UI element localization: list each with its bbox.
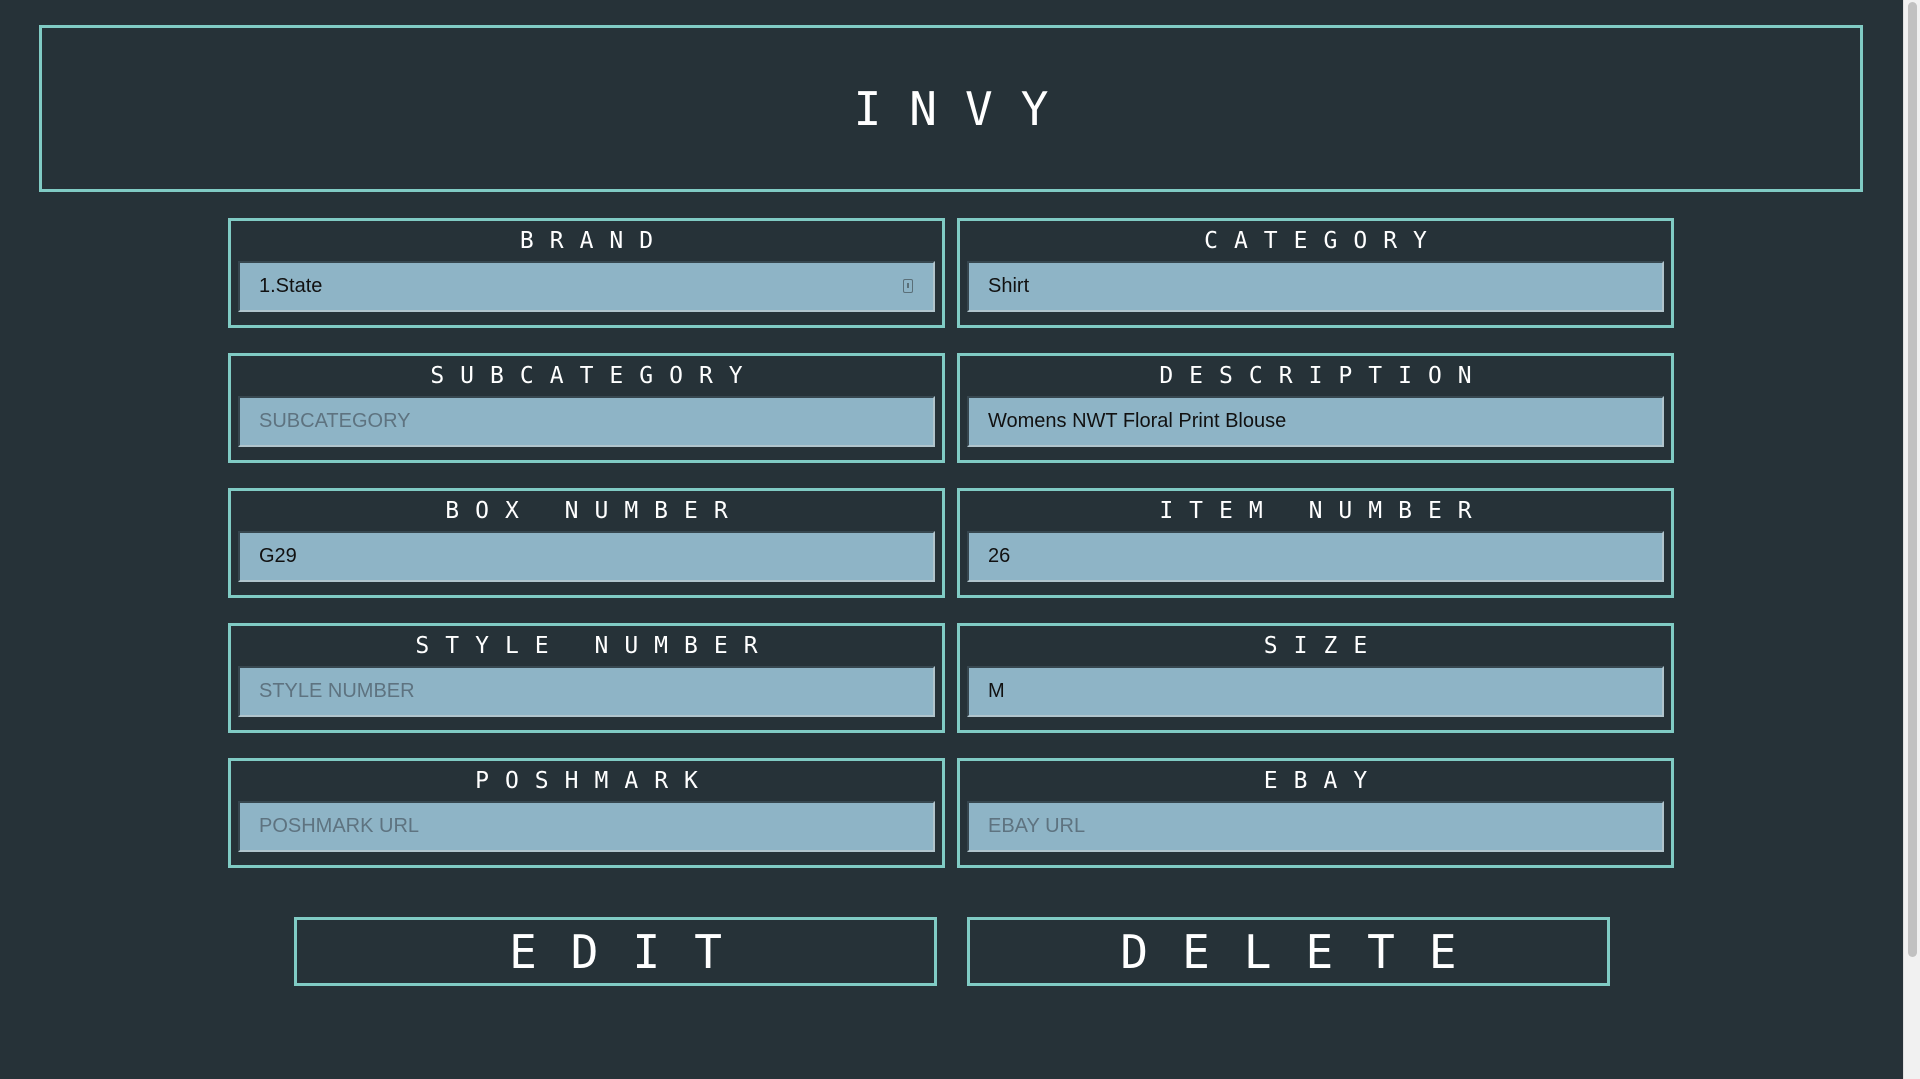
subcategory-label: SUBCATEGORY — [430, 363, 759, 389]
category-field-group: CATEGORY — [957, 218, 1674, 328]
description-input[interactable] — [967, 396, 1664, 447]
page: INVY BRAND CATEGORY SUBCATEGORY DESCRIPT… — [0, 0, 1920, 1079]
scrollbar-thumb[interactable] — [1908, 2, 1917, 957]
brand-field-group: BRAND — [228, 218, 945, 328]
brand-input[interactable] — [238, 261, 935, 312]
style-number-label: STYLE NUMBER — [415, 633, 774, 659]
edit-button[interactable]: EDIT — [294, 917, 937, 986]
style-number-field-group: STYLE NUMBER — [228, 623, 945, 733]
ebay-url-input[interactable] — [967, 801, 1664, 852]
delete-button[interactable]: DELETE — [967, 917, 1610, 986]
ebay-field-group: EBAY — [957, 758, 1674, 868]
item-number-field-group: ITEM NUMBER — [957, 488, 1674, 598]
box-number-field-group: BOX NUMBER — [228, 488, 945, 598]
app-header: INVY — [39, 25, 1863, 192]
description-label: DESCRIPTION — [1159, 363, 1488, 389]
box-number-input[interactable] — [238, 531, 935, 582]
poshmark-label: POSHMARK — [475, 768, 714, 794]
size-input[interactable] — [967, 666, 1664, 717]
item-number-input[interactable] — [967, 531, 1664, 582]
app-title: INVY — [853, 81, 1077, 136]
description-field-group: DESCRIPTION — [957, 353, 1674, 463]
size-label: SIZE — [1263, 633, 1384, 659]
brand-input-wrapper — [238, 261, 935, 312]
subcategory-input[interactable] — [238, 396, 935, 447]
brand-label: BRAND — [519, 228, 670, 254]
category-label: CATEGORY — [1204, 228, 1443, 254]
autofill-contact-icon[interactable] — [903, 279, 913, 293]
poshmark-url-input[interactable] — [238, 801, 935, 852]
poshmark-field-group: POSHMARK — [228, 758, 945, 868]
ebay-label: EBAY — [1263, 768, 1384, 794]
category-input[interactable] — [967, 261, 1664, 312]
vertical-scrollbar[interactable] — [1903, 0, 1920, 1079]
style-number-input[interactable] — [238, 666, 935, 717]
size-field-group: SIZE — [957, 623, 1674, 733]
box-number-label: BOX NUMBER — [445, 498, 744, 524]
item-number-label: ITEM NUMBER — [1159, 498, 1488, 524]
subcategory-field-group: SUBCATEGORY — [228, 353, 945, 463]
